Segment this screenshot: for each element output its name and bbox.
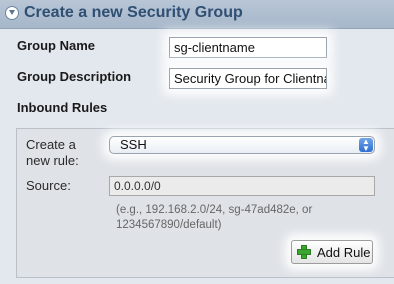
source-hint: (e.g., 192.168.2.0/24, sg-47ad482e, or 1… xyxy=(116,203,376,233)
collapse-circle-icon[interactable] xyxy=(5,6,19,20)
section-title: Create a new Security Group xyxy=(24,4,243,21)
create-rule-label: Create a new rule: xyxy=(26,137,79,169)
group-name-label: Group Name xyxy=(17,38,96,53)
add-rule-label: Add Rule xyxy=(317,245,371,260)
select-arrows-icon[interactable]: ▲ ▼ xyxy=(359,138,373,153)
inbound-rules-label: Inbound Rules xyxy=(17,100,108,115)
rule-type-value: SSH xyxy=(120,137,147,152)
source-label: Source: xyxy=(26,178,71,193)
create-rule-label-line1: Create a xyxy=(26,137,76,152)
source-hint-line1: (e.g., 192.168.2.0/24, sg-47ad482e, or xyxy=(116,204,313,216)
group-name-input[interactable]: sg-clientname xyxy=(169,37,327,58)
create-rule-label-line2: new rule: xyxy=(26,153,79,168)
add-rule-button[interactable]: Add Rule xyxy=(291,240,373,264)
group-description-input[interactable]: Security Group for Clientna xyxy=(169,68,327,89)
plus-icon xyxy=(297,245,311,259)
section-header[interactable]: Create a new Security Group xyxy=(0,0,394,29)
group-description-label: Group Description xyxy=(17,69,132,84)
source-hint-line2: 1234567890/default) xyxy=(116,219,222,231)
source-input[interactable]: 0.0.0.0/0 xyxy=(109,176,375,196)
rule-type-select[interactable]: SSH ▲ ▼ xyxy=(109,136,375,154)
